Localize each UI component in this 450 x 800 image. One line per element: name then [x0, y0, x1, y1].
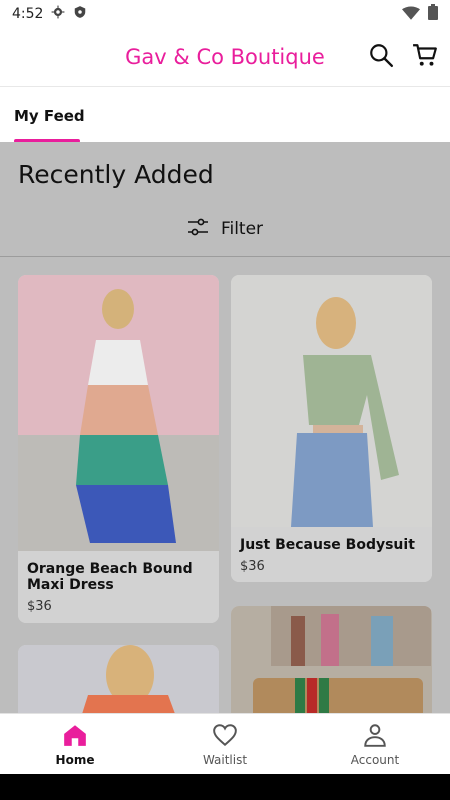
bottom-nav: Home Waitlist Account	[0, 713, 450, 775]
product-caption: Orange Beach Bound Maxi Dress $36	[18, 551, 219, 623]
settings-gear-icon	[51, 5, 65, 23]
brand-title: Gav & Co Boutique	[125, 45, 325, 69]
search-icon[interactable]	[368, 42, 394, 72]
nav-home[interactable]: Home	[0, 723, 150, 775]
app-header: Gav & Co Boutique	[0, 28, 450, 86]
home-icon	[62, 725, 88, 751]
sliders-icon	[187, 218, 209, 241]
status-left: 4:52	[12, 5, 87, 23]
product-card[interactable]	[18, 645, 219, 713]
header-actions	[368, 42, 438, 72]
filter-label: Filter	[220, 219, 264, 239]
product-price: $36	[240, 559, 265, 575]
product-caption: Just Because Bodysuit $36	[231, 527, 432, 582]
heart-icon	[212, 724, 238, 751]
wifi-icon	[402, 5, 420, 24]
system-nav-bar	[0, 774, 450, 800]
filter-button[interactable]: Filter	[0, 212, 450, 246]
battery-icon	[428, 4, 438, 24]
cart-icon[interactable]	[412, 42, 438, 72]
tab-my-feed[interactable]: My Feed	[14, 107, 85, 125]
section-divider	[0, 256, 450, 257]
nav-waitlist-label: Waitlist	[202, 753, 248, 767]
tab-bar: My Feed	[0, 86, 450, 143]
status-right	[402, 4, 438, 24]
product-image	[18, 275, 219, 551]
nav-account[interactable]: Account	[300, 723, 450, 775]
section-title: Recently Added	[18, 160, 214, 189]
product-title: Just Because Bodysuit	[240, 537, 415, 553]
feed-content: Recently Added Filter Orange Beach Bound…	[0, 142, 450, 713]
account-icon	[362, 724, 388, 751]
product-price: $36	[27, 599, 52, 615]
nav-home-label: Home	[55, 753, 95, 767]
product-card[interactable]	[231, 606, 432, 713]
product-image	[18, 645, 219, 713]
status-bar: 4:52	[0, 0, 450, 28]
nav-waitlist[interactable]: Waitlist	[150, 723, 300, 775]
nav-account-label: Account	[350, 753, 400, 767]
product-title: Orange Beach Bound Maxi Dress	[27, 561, 193, 594]
product-card[interactable]: Orange Beach Bound Maxi Dress $36	[18, 275, 219, 623]
product-image	[231, 606, 432, 713]
status-time: 4:52	[12, 6, 44, 22]
shield-app-icon	[73, 5, 87, 23]
product-image	[231, 275, 432, 527]
product-card[interactable]: Just Because Bodysuit $36	[231, 275, 432, 582]
